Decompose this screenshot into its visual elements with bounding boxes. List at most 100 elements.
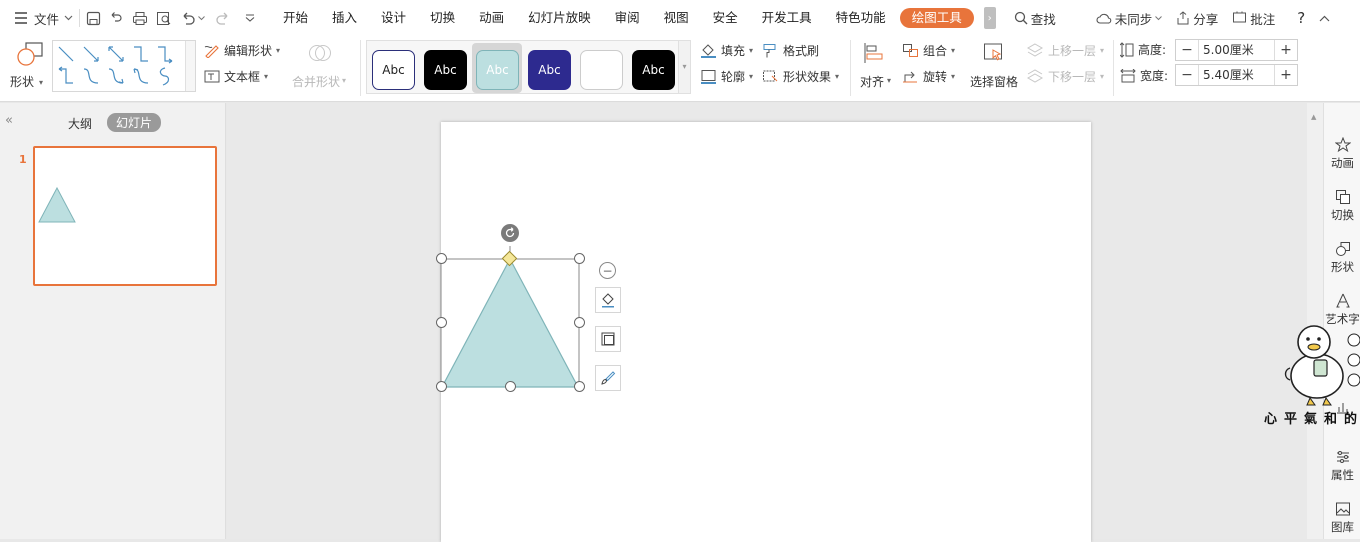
tab-security[interactable]: 安全 — [701, 0, 750, 36]
style-tile-black-2[interactable]: Abc — [632, 50, 675, 90]
tab-home[interactable]: 开始 — [271, 0, 320, 36]
hamburger-icon[interactable] — [14, 12, 28, 24]
tab-outline[interactable]: 大纲 — [68, 115, 92, 132]
outline-button[interactable]: 轮廓 ▾ — [700, 68, 753, 85]
chevron-down-icon[interactable] — [64, 15, 73, 21]
resize-handle-top-right[interactable] — [574, 253, 585, 264]
collapse-quick-tools-button[interactable]: − — [599, 262, 616, 279]
resize-handle-middle-left[interactable] — [436, 317, 447, 328]
quick-outline-button[interactable] — [595, 326, 621, 352]
group-label: 组合 — [923, 44, 948, 58]
slide[interactable]: − — [436, 122, 1091, 542]
sidebar-item-transition[interactable]: 切换 — [1324, 189, 1360, 223]
sync-button[interactable]: 未同步 — [1096, 9, 1163, 28]
tab-slideshow[interactable]: 幻灯片放映 — [516, 0, 603, 36]
rotate-button[interactable]: 旋转 ▾ — [902, 68, 955, 85]
chevron-down-icon — [1155, 15, 1163, 20]
rotate-handle[interactable] — [501, 224, 519, 242]
undo-dropdown-icon[interactable] — [198, 15, 205, 21]
edit-shape-label: 编辑形状 — [224, 44, 273, 58]
format-painter-button[interactable]: 格式刷 — [762, 42, 819, 59]
tab-design[interactable]: 设计 — [369, 0, 418, 36]
height-input[interactable]: 5.00厘米 — [1198, 40, 1275, 60]
edit-shape-button[interactable]: 编辑形状 ▾ — [204, 42, 280, 59]
style-tile-dark-blue[interactable]: Abc — [528, 50, 571, 90]
double-arrow-line-icon — [108, 46, 124, 62]
file-menu[interactable]: 文件 — [34, 9, 59, 28]
shape-button[interactable]: 形状 ▾ — [10, 42, 46, 94]
customize-toolbar-icon[interactable] — [245, 14, 255, 22]
send-backward-button[interactable]: 下移一层 ▾ — [1027, 68, 1104, 85]
gallery-more-button[interactable]: ▾ — [678, 41, 690, 93]
tab-features[interactable]: 特色功能 — [824, 0, 898, 36]
resize-handle-top-left[interactable] — [436, 253, 447, 264]
resize-handle-bottom-middle[interactable] — [505, 381, 516, 392]
width-icon — [1120, 68, 1136, 82]
selection-pane-button[interactable]: 选择窗格 — [968, 40, 1020, 94]
width-stepper[interactable]: − 5.40厘米 + — [1175, 64, 1298, 86]
resize-handle-middle-right[interactable] — [574, 317, 585, 328]
sidebar-item-gallery[interactable]: 图库 — [1324, 501, 1360, 535]
height-decrease-button[interactable]: − — [1176, 40, 1198, 60]
redo-icon[interactable] — [215, 11, 231, 25]
shape-icon — [1335, 242, 1350, 256]
triangle-shape[interactable] — [435, 222, 595, 392]
shape-effect-button[interactable]: 形状效果 ▾ — [762, 68, 839, 85]
tab-view[interactable]: 视图 — [652, 0, 701, 36]
quick-format-button[interactable] — [595, 365, 621, 391]
outline-label: 轮廓 — [721, 70, 746, 84]
textbox-button[interactable]: 文本框 ▾ — [204, 68, 268, 85]
tab-drawing-tools[interactable]: 绘图工具 — [899, 8, 974, 28]
align-button[interactable]: 对齐 ▾ — [858, 40, 894, 94]
send-backward-icon — [1027, 69, 1044, 83]
elbow-connector-icon — [134, 46, 148, 62]
height-increase-button[interactable]: + — [1275, 40, 1297, 60]
undo-format-icon[interactable] — [109, 11, 124, 26]
collapse-panel-button[interactable]: « — [5, 113, 13, 128]
tab-developer[interactable]: 开发工具 — [750, 0, 824, 36]
sidebar-label-shape: 形状 — [1331, 260, 1354, 274]
slide-thumbnail[interactable] — [33, 146, 217, 286]
scroll-up-icon[interactable]: ▲ — [1311, 113, 1316, 121]
height-stepper[interactable]: − 5.00厘米 + — [1175, 39, 1298, 61]
tab-animation[interactable]: 动画 — [467, 0, 516, 36]
resize-handle-bottom-right[interactable] — [574, 381, 585, 392]
width-input[interactable]: 5.40厘米 — [1198, 65, 1275, 85]
slide-panel: « 大纲 幻灯片 1 — [0, 103, 226, 539]
search-button[interactable]: 查找 — [1014, 9, 1056, 28]
more-tabs-button[interactable]: › — [983, 7, 996, 29]
fill-bucket-icon — [602, 293, 614, 308]
tab-transition[interactable]: 切换 — [418, 0, 467, 36]
sidebar-label-gallery: 图库 — [1331, 520, 1354, 534]
share-button[interactable]: 分享 — [1176, 9, 1218, 28]
save-icon[interactable] — [86, 11, 101, 26]
group-button[interactable]: 组合 ▾ — [902, 42, 955, 59]
style-tile-white[interactable] — [580, 50, 623, 90]
connector-gallery[interactable] — [52, 40, 196, 92]
print-preview-icon[interactable] — [156, 11, 172, 26]
resize-handle-bottom-left[interactable] — [436, 381, 447, 392]
print-icon[interactable] — [132, 11, 148, 26]
tab-slides[interactable]: 幻灯片 — [107, 113, 162, 132]
style-tile-light-teal[interactable]: Abc — [476, 50, 519, 90]
merge-shape-button[interactable]: 合并形状 ▾ — [292, 40, 352, 92]
gallery-scroll[interactable] — [185, 41, 195, 91]
help-button[interactable]: ? — [1297, 9, 1305, 27]
sliders-icon — [1336, 451, 1349, 463]
menu-bar: 文件 开始 插入 设计 切换 动画 幻灯片放映 审阅 视图 安全 开发工具 特色… — [0, 0, 1360, 36]
width-decrease-button[interactable]: − — [1176, 65, 1198, 85]
quick-fill-button[interactable] — [595, 287, 621, 313]
comment-button[interactable]: 批注 — [1232, 9, 1275, 28]
sidebar-item-properties[interactable]: 属性 — [1324, 449, 1360, 483]
sidebar-item-animation[interactable]: 动画 — [1324, 137, 1360, 171]
tab-insert[interactable]: 插入 — [320, 0, 369, 36]
width-increase-button[interactable]: + — [1275, 65, 1297, 85]
bring-forward-button[interactable]: 上移一层 ▾ — [1027, 42, 1104, 59]
fill-button[interactable]: 填充 ▾ — [700, 42, 753, 59]
style-tile-white-blue-outline[interactable]: Abc — [372, 50, 415, 90]
sidebar-item-shape[interactable]: 形状 — [1324, 241, 1360, 275]
tab-review[interactable]: 审阅 — [603, 0, 652, 36]
undo-icon[interactable] — [180, 11, 196, 25]
collapse-ribbon-button[interactable] — [1319, 15, 1330, 22]
style-tile-black[interactable]: Abc — [424, 50, 467, 90]
